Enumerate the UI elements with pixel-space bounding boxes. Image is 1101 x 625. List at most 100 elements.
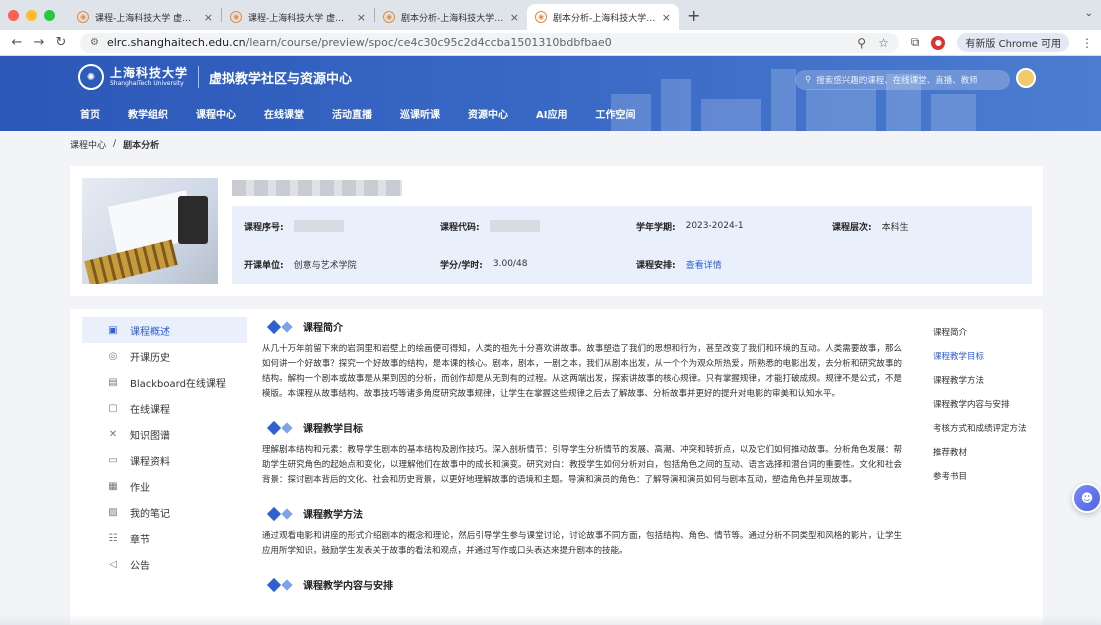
- nav-item-organization[interactable]: 教学组织: [128, 106, 168, 121]
- section-heading: 课程教学方法: [262, 506, 912, 521]
- toc-item-assessment[interactable]: 考核方式和成绩评定方法: [933, 417, 1037, 441]
- site-favicon-icon: ◉: [77, 11, 89, 23]
- forward-icon[interactable]: →: [30, 35, 48, 50]
- back-icon[interactable]: ←: [8, 35, 26, 50]
- sidebar-item-label: 章节: [130, 534, 150, 546]
- browser-tab-bar: ◉ 课程-上海科技大学 虚拟教学社 × ◉ 课程-上海科技大学 虚拟教学社 × …: [0, 0, 1101, 30]
- profile-avatar[interactable]: ●: [931, 35, 946, 50]
- sidebar-item-label: 公告: [130, 560, 150, 572]
- new-tab-icon[interactable]: +: [687, 6, 700, 25]
- zoom-icon[interactable]: ⚲: [857, 36, 866, 50]
- site-favicon-icon: ◉: [535, 11, 547, 23]
- reload-icon[interactable]: ↻: [52, 35, 70, 50]
- term-label: 学年学期:: [636, 222, 676, 233]
- course-seq-redacted: [293, 220, 344, 232]
- sidebar-item-online-course[interactable]: ▢ 在线课程: [82, 395, 247, 421]
- level-label: 课程层次:: [832, 222, 872, 233]
- knowledge-graph-icon: ✕: [108, 428, 118, 440]
- sidebar-item-materials[interactable]: ▭ 课程资料: [82, 447, 247, 473]
- chapter-icon: ☷: [108, 532, 118, 544]
- breadcrumb-separator: /: [113, 139, 117, 149]
- address-bar[interactable]: ⚙ elrc.shanghaitech.edu.cn/learn/course/…: [80, 32, 899, 53]
- close-tab-icon[interactable]: ×: [662, 11, 671, 24]
- main-nav: 首页 教学组织 课程中心 在线课堂 活动直播 巡课听课 资源中心 AI应用 工作…: [80, 106, 663, 121]
- course-sidebar: ▣ 课程概述 ◎ 开课历史 ▤ Blackboard在线课程 ▢ 在线课程 ✕ 知识图谱 …: [82, 317, 247, 577]
- table-of-contents: 课程简介 课程教学目标 课程教学方法 课程教学内容与安排 考核方式和成绩评定方法…: [933, 321, 1037, 489]
- homework-icon: ▦: [108, 480, 118, 492]
- toc-item-objectives[interactable]: 课程教学目标: [933, 345, 1037, 369]
- sidebar-item-homework[interactable]: ▦ 作业: [82, 473, 247, 499]
- minimize-window-button[interactable]: [26, 9, 37, 21]
- credit-label: 学分/学时:: [440, 260, 483, 271]
- toc-item-textbooks[interactable]: 推荐教材: [933, 441, 1037, 465]
- nav-item-live[interactable]: 活动直播: [332, 106, 372, 121]
- nav-item-resources[interactable]: 资源中心: [468, 106, 508, 121]
- section-title-methods: 课程教学方法: [303, 510, 363, 521]
- sidebar-item-chapters[interactable]: ☷ 章节: [82, 525, 247, 551]
- close-tab-icon[interactable]: ×: [204, 11, 213, 24]
- notes-icon: ▨: [108, 506, 118, 518]
- close-tab-icon[interactable]: ×: [510, 11, 519, 24]
- schedule-details-link[interactable]: 查看详情: [686, 258, 722, 271]
- sidebar-item-overview[interactable]: ▣ 课程概述: [82, 317, 247, 343]
- site-search-input[interactable]: ⚲ 搜索感兴趣的课程、在线课堂、直播、教师: [795, 70, 1010, 90]
- sidebar-item-notes[interactable]: ▨ 我的笔记: [82, 499, 247, 525]
- section-title-intro: 课程简介: [303, 323, 343, 334]
- nav-item-ai[interactable]: AI应用: [536, 106, 567, 121]
- close-tab-icon[interactable]: ×: [357, 11, 366, 24]
- maximize-window-button[interactable]: [44, 9, 55, 21]
- tab-title: 课程-上海科技大学 虚拟教学社: [248, 13, 353, 24]
- section-body-methods: 通过观看电影和讲座的形式介绍剧本的概念和理论，然后引导学生参与课堂讨论，讨论故事…: [262, 531, 902, 556]
- site-favicon-icon: ◉: [230, 11, 242, 23]
- nav-item-course-center[interactable]: 课程中心: [196, 106, 236, 121]
- nav-item-workspace[interactable]: 工作空间: [595, 106, 635, 121]
- sidebar-item-announcements[interactable]: ◁ 公告: [82, 551, 247, 577]
- course-title-redacted: [232, 180, 402, 196]
- ai-assistant-icon[interactable]: ☻: [1072, 483, 1101, 513]
- window-controls: [8, 0, 55, 30]
- sidebar-item-knowledge-graph[interactable]: ✕ 知识图谱: [82, 421, 247, 447]
- chrome-update-button[interactable]: 有新版 Chrome 可用: [957, 33, 1069, 52]
- toc-item-references[interactable]: 参考书目: [933, 465, 1037, 489]
- schedule-label: 课程安排:: [636, 260, 676, 271]
- nav-item-online-class[interactable]: 在线课堂: [264, 106, 304, 121]
- sidebar-item-label: 课程概述: [130, 326, 170, 338]
- close-window-button[interactable]: [8, 9, 19, 21]
- search-icon: ⚲: [805, 75, 812, 85]
- toc-item-intro[interactable]: 课程简介: [933, 321, 1037, 345]
- history-icon: ◎: [108, 350, 118, 362]
- sidebar-item-blackboard[interactable]: ▤ Blackboard在线课程: [82, 369, 247, 395]
- site-info-icon[interactable]: ⚙: [90, 37, 99, 48]
- site-header: ✺ 上海科技大学 ShanghaiTech University 虚拟教学社区与…: [0, 56, 1101, 131]
- user-avatar[interactable]: [1016, 68, 1036, 88]
- section-body-objectives: 理解剧本结构和元素：教导学生剧本的基本结构及剧作技巧。深入剖析情节：引导学生分析…: [262, 445, 902, 485]
- extensions-icon[interactable]: ⧉: [911, 35, 920, 50]
- nav-item-patrol[interactable]: 巡课听课: [400, 106, 440, 121]
- search-placeholder: 搜索感兴趣的课程、在线课堂、直播、教师: [816, 76, 978, 86]
- more-menu-icon[interactable]: ⋮: [1081, 36, 1093, 50]
- sidebar-item-history[interactable]: ◎ 开课历史: [82, 343, 247, 369]
- section-heading: 课程简介: [262, 319, 912, 334]
- tab-title: 剧本分析-上海科技大学 虚拟教: [553, 13, 658, 24]
- course-body: ▣ 课程概述 ◎ 开课历史 ▤ Blackboard在线课程 ▢ 在线课程 ✕ 知识图谱 …: [70, 309, 1043, 625]
- toc-item-methods[interactable]: 课程教学方法: [933, 369, 1037, 393]
- browser-tab-4-active[interactable]: ◉ 剧本分析-上海科技大学 虚拟教 ×: [527, 4, 679, 30]
- tab-search-chevron-icon[interactable]: ⌄: [1085, 8, 1093, 19]
- bookmark-star-icon[interactable]: ☆: [878, 36, 889, 50]
- browser-tab-1[interactable]: ◉ 课程-上海科技大学 虚拟教学社 ×: [69, 4, 221, 30]
- term-value: 2023-2024-1: [685, 221, 744, 231]
- breadcrumb-root[interactable]: 课程中心: [70, 138, 106, 151]
- toc-item-content-schedule[interactable]: 课程教学内容与安排: [933, 393, 1037, 417]
- online-course-icon: ▢: [108, 402, 118, 414]
- credit-value: 3.00/48: [492, 259, 528, 269]
- url-host: elrc.shanghaitech.edu.cn: [106, 36, 246, 49]
- browser-tab-2[interactable]: ◉ 课程-上海科技大学 虚拟教学社 ×: [222, 4, 374, 30]
- nav-item-home[interactable]: 首页: [80, 106, 100, 121]
- site-brand[interactable]: ✺ 上海科技大学 ShanghaiTech University 虚拟教学社区与…: [78, 64, 352, 90]
- sidebar-item-label: 课程资料: [130, 456, 170, 468]
- unit-label: 开课单位:: [244, 260, 284, 271]
- course-code-label: 课程代码:: [440, 222, 480, 233]
- browser-tab-3[interactable]: ◉ 剧本分析-上海科技大学 虚拟教 ×: [375, 4, 527, 30]
- site-title: 虚拟教学社区与资源中心: [209, 71, 353, 87]
- sidebar-item-label: 在线课程: [130, 404, 170, 416]
